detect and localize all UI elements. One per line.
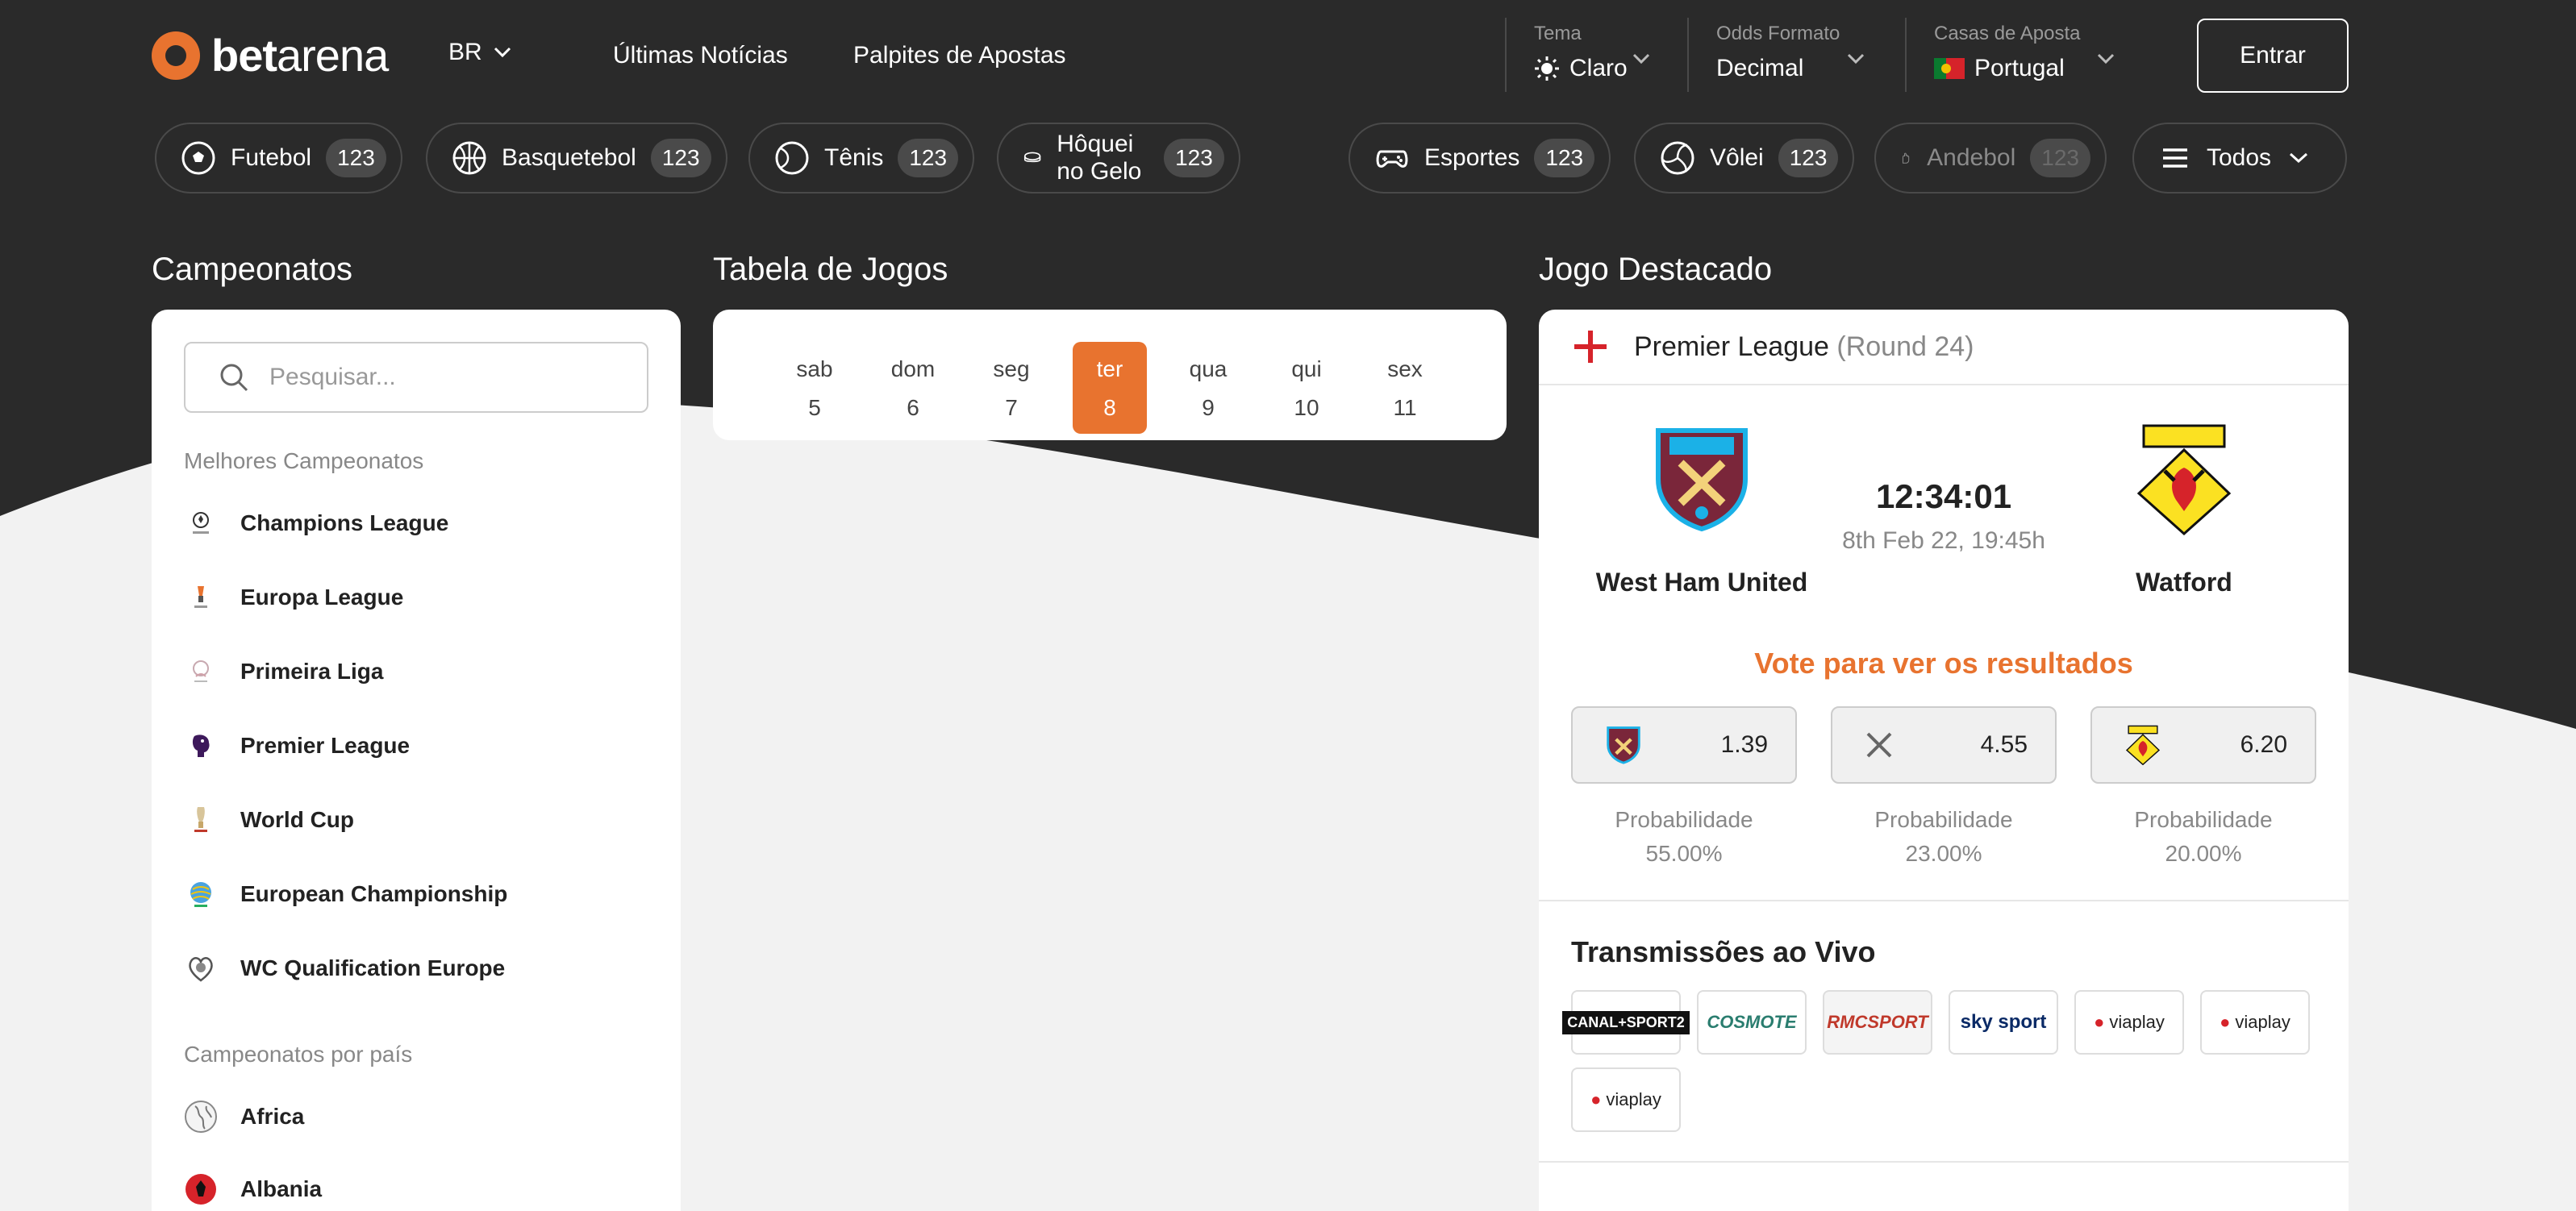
globe-icon: [185, 1101, 217, 1133]
vote-prompt: Vote para ver os resultados: [1754, 647, 2133, 680]
tv-viaplay-3[interactable]: ● viaplay: [1571, 1067, 1681, 1132]
day-qua[interactable]: qua 9: [1171, 342, 1245, 434]
day-sab[interactable]: sab 5: [777, 342, 852, 434]
odds-format-select[interactable]: Odds Formato Decimal: [1687, 18, 1881, 92]
country-item-africa[interactable]: Africa: [184, 1100, 304, 1134]
probability-home: Probabilidade 55.00%: [1615, 807, 1753, 866]
sport-chip-handball[interactable]: Andebol 123: [1874, 123, 2107, 194]
watford-crest-icon: [2136, 424, 2232, 536]
live-broadcasts-title: Transmissões ao Vivo: [1571, 935, 1876, 968]
tennis-ball-icon: [775, 141, 809, 175]
league-item-world-cup[interactable]: World Cup: [184, 803, 354, 837]
league-item-primeira-liga[interactable]: Primeira Liga: [184, 655, 383, 689]
basketball-icon: [452, 141, 486, 175]
bookmaker-select[interactable]: Casas de Aposta Portugal: [1905, 18, 2131, 92]
logo[interactable]: betarena: [152, 29, 389, 81]
world-cup-trophy-icon: [184, 803, 218, 837]
games-section-title: Tabela de Jogos: [713, 252, 948, 287]
search-icon: [220, 364, 248, 392]
sport-chip-esports[interactable]: Esportes 123: [1348, 123, 1611, 194]
chevron-down-icon: [1632, 53, 1650, 65]
tv-canal-plus-sport2[interactable]: CANAL+SPORT2: [1562, 990, 1690, 1055]
home-team[interactable]: West Ham United: [1581, 422, 1823, 597]
games-date-picker: sab 5 dom 6 seg 7 ter 8 qua 9 qui 10 sex 11: [713, 310, 1507, 440]
league-item-wc-qualification-europe[interactable]: WC Qualification Europe: [184, 951, 505, 985]
leagues-panel: Pesquisar... Melhores Campeonatos Champi…: [152, 310, 681, 1211]
west-ham-crest-icon: [1656, 428, 1748, 532]
league-item-premier-league[interactable]: Premier League: [184, 729, 410, 763]
league-item-european-championship[interactable]: European Championship: [184, 877, 507, 911]
divider: [1539, 900, 2349, 901]
soccer-ball-icon: [181, 141, 215, 175]
champions-league-icon: [184, 506, 218, 540]
day-sex[interactable]: sex 11: [1368, 342, 1442, 434]
chevron-down-icon: [494, 47, 511, 58]
country-leagues-title: Campeonatos por país: [184, 1042, 413, 1067]
euro-championship-icon: [184, 877, 218, 911]
league-item-europa-league[interactable]: Europa League: [184, 581, 403, 614]
day-seg[interactable]: seg 7: [974, 342, 1048, 434]
west-ham-crest-icon: [1607, 726, 1640, 764]
tv-viaplay-1[interactable]: ● viaplay: [2074, 990, 2184, 1055]
hockey-puck-icon: [1023, 152, 1041, 163]
watford-crest-icon: [2125, 725, 2161, 765]
england-flag-icon: [1574, 331, 1607, 363]
chevron-down-icon: [1847, 53, 1865, 65]
login-button[interactable]: Entrar: [2197, 19, 2349, 93]
odd-draw-button[interactable]: 4.55: [1831, 706, 2057, 784]
featured-section-title: Jogo Destacado: [1539, 252, 1773, 287]
away-team[interactable]: Watford: [2063, 422, 2305, 597]
sport-chip-ice-hockey[interactable]: Hôquei no Gelo 123: [997, 123, 1240, 194]
gamepad-icon: [1376, 150, 1408, 168]
theme-select[interactable]: Tema Claro: [1505, 18, 1666, 92]
tv-rmc-sport[interactable]: RMCSPORT: [1823, 990, 1932, 1055]
country-item-albania[interactable]: Albania: [184, 1172, 322, 1206]
league-search-input[interactable]: Pesquisar...: [184, 342, 648, 413]
volleyball-icon: [1661, 141, 1694, 175]
tv-sky-sport[interactable]: sky sport: [1949, 990, 2058, 1055]
league-item-champions-league[interactable]: Champions League: [184, 506, 448, 540]
handball-icon: [1902, 152, 1910, 164]
sport-chip-football[interactable]: Futebol 123: [155, 123, 402, 194]
menu-icon: [2163, 148, 2187, 168]
tv-cosmote[interactable]: COSMOTE: [1697, 990, 1807, 1055]
tv-viaplay-2[interactable]: ● viaplay: [2200, 990, 2310, 1055]
sport-chip-volleyball[interactable]: Vôlei 123: [1634, 123, 1855, 194]
draw-x-icon: [1866, 732, 1892, 758]
day-qui[interactable]: qui 10: [1269, 342, 1344, 434]
portugal-flag-icon: [1934, 58, 1965, 79]
leagues-section-title: Campeonatos: [152, 252, 353, 287]
logo-mark-icon: [152, 31, 200, 80]
top-leagues-title: Melhores Campeonatos: [184, 448, 424, 473]
europa-league-icon: [184, 581, 218, 614]
featured-match-card: Premier League (Round 24) West Ham Unite…: [1539, 310, 2349, 1211]
all-sports-dropdown[interactable]: Todos: [2132, 123, 2347, 194]
language-selector[interactable]: BR: [448, 39, 511, 66]
chevron-down-icon: [2097, 53, 2115, 65]
match-clock: 12:34:01 8th Feb 22, 19:45h: [1842, 477, 2045, 554]
probability-draw: Probabilidade 23.00%: [1874, 807, 2013, 866]
day-dom[interactable]: dom 6: [876, 342, 950, 434]
featured-match-header[interactable]: Premier League (Round 24): [1539, 310, 2349, 385]
top-bar: betarena BR Últimas Notícias Palpites de…: [0, 0, 2576, 110]
nav-betting-tips[interactable]: Palpites de Apostas: [853, 42, 1066, 69]
chevron-down-icon: [2290, 152, 2308, 164]
wc-qualification-icon: [184, 951, 218, 985]
premier-league-lion-icon: [184, 729, 218, 763]
divider: [1539, 1161, 2349, 1163]
odd-away-button[interactable]: 6.20: [2090, 706, 2316, 784]
day-ter-selected[interactable]: ter 8: [1073, 342, 1147, 434]
nav-latest-news[interactable]: Últimas Notícias: [613, 42, 788, 69]
primeira-liga-icon: [184, 655, 218, 689]
albania-flag-icon: [185, 1174, 216, 1205]
sport-chip-tennis[interactable]: Tênis 123: [748, 123, 975, 194]
probability-away: Probabilidade 20.00%: [2134, 807, 2273, 866]
odd-home-button[interactable]: 1.39: [1571, 706, 1797, 784]
sport-chip-basketball[interactable]: Basquetebol 123: [426, 123, 727, 194]
sun-icon: [1535, 56, 1559, 81]
